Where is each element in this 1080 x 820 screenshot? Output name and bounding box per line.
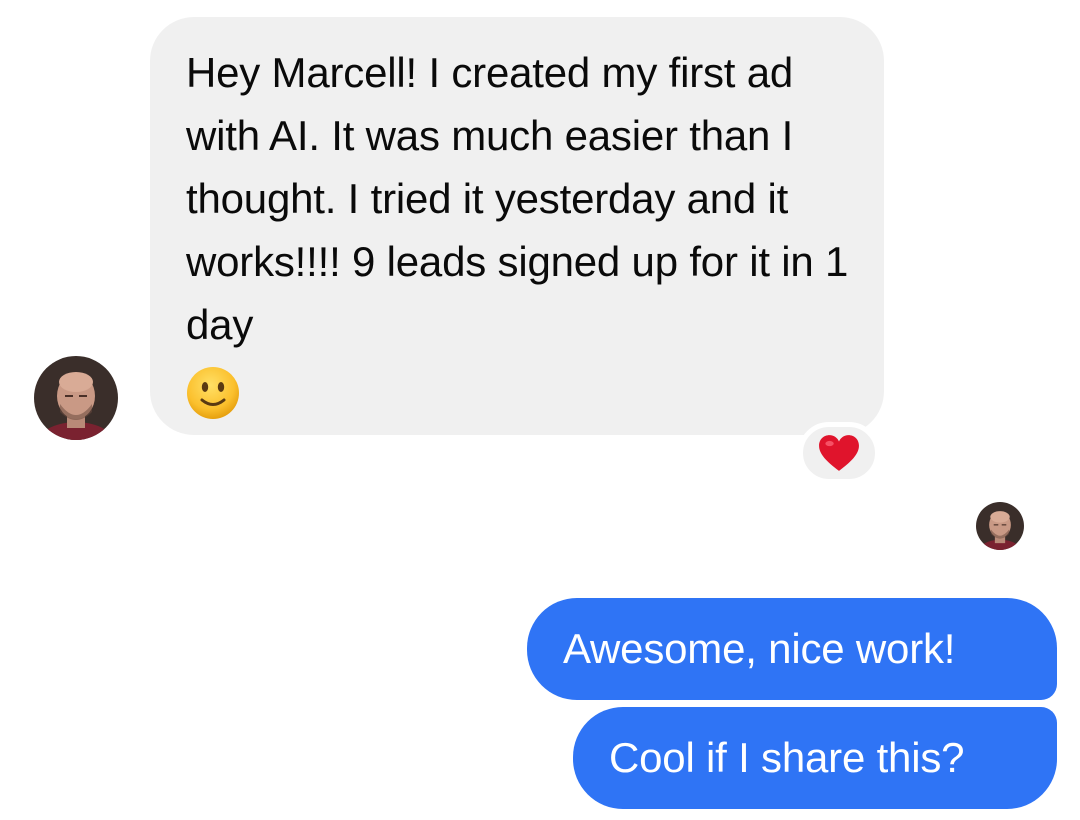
avatar-photo bbox=[34, 356, 118, 440]
incoming-message-bubble[interactable]: Hey Marcell! I created my first ad with … bbox=[150, 17, 884, 435]
outgoing-message-text: Awesome, nice work! bbox=[563, 625, 956, 672]
outgoing-message-bubble[interactable]: Cool if I share this? bbox=[573, 707, 1057, 809]
slightly-smiling-face-icon bbox=[186, 366, 240, 420]
heart-icon bbox=[818, 434, 860, 472]
message-reaction[interactable] bbox=[798, 422, 880, 484]
outgoing-message-text: Cool if I share this? bbox=[609, 734, 965, 781]
avatar-photo bbox=[976, 502, 1024, 550]
outgoing-message-bubble[interactable]: Awesome, nice work! bbox=[527, 598, 1057, 700]
incoming-message-text: Hey Marcell! I created my first ad with … bbox=[186, 49, 849, 348]
sender-avatar[interactable] bbox=[34, 356, 118, 440]
read-receipt-avatar bbox=[976, 502, 1024, 550]
